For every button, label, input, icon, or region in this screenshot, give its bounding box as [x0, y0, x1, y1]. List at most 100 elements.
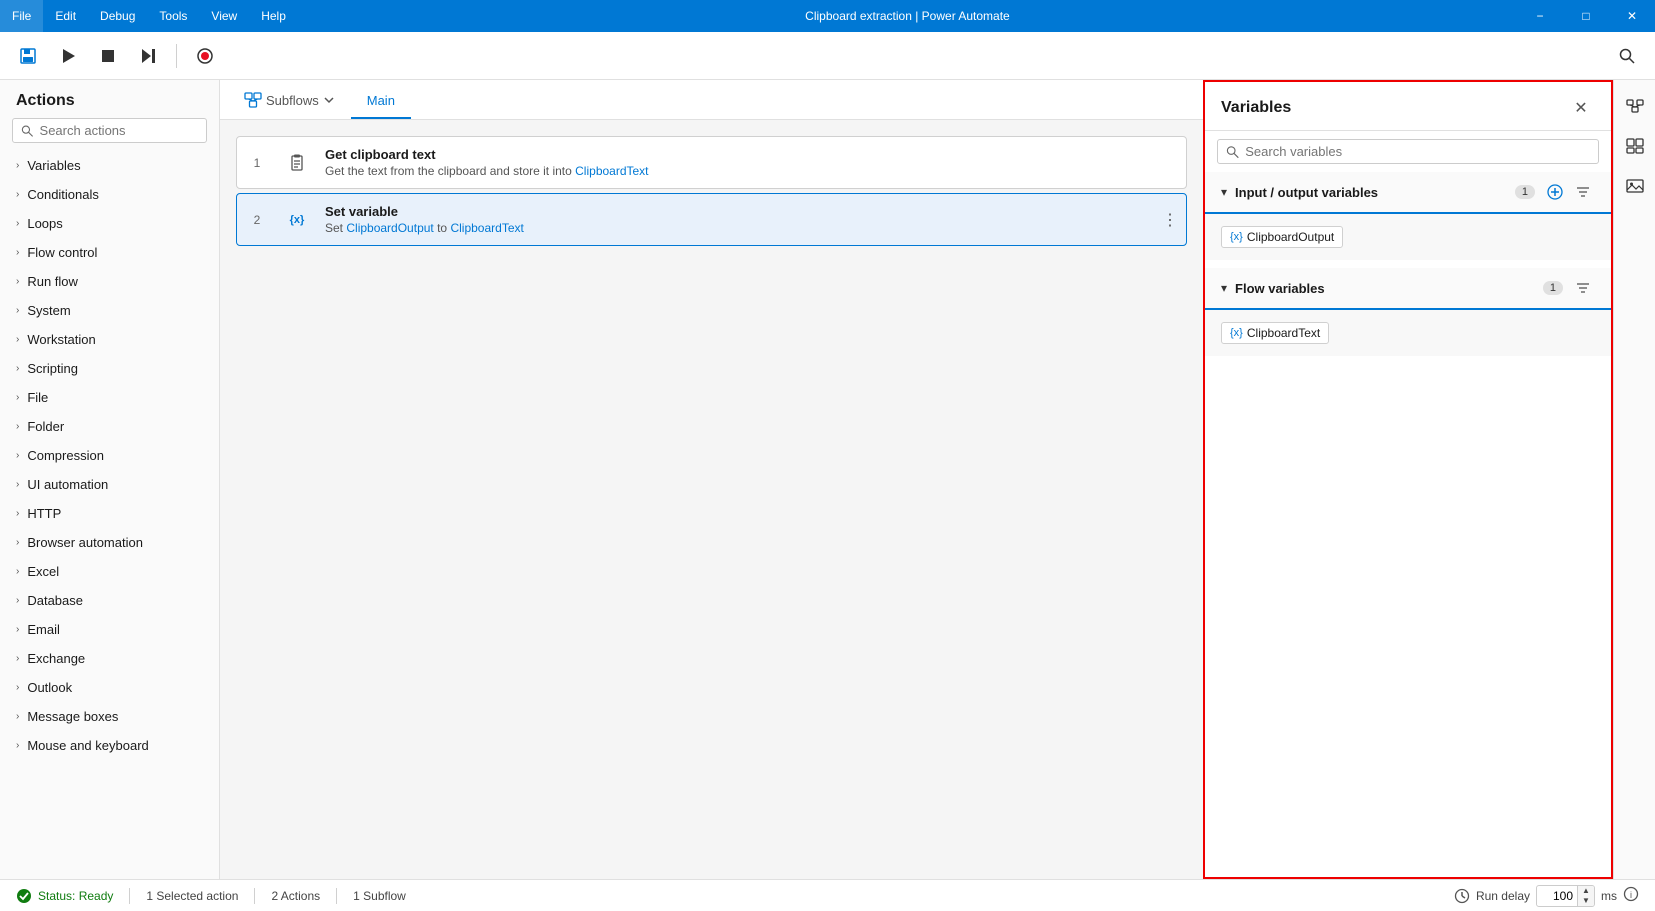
sidebar-item-exchange[interactable]: › Exchange [0, 644, 219, 673]
close-button[interactable]: ✕ [1609, 0, 1655, 32]
filter-variables-button[interactable] [1571, 180, 1595, 204]
sidebar-item-run-flow[interactable]: › Run flow [0, 267, 219, 296]
action-block-2[interactable]: 2 {x} Set variable Set ClipboardOutput t… [236, 193, 1187, 246]
chevron-right-icon: › [16, 276, 19, 287]
input-output-section-header[interactable]: ▾ Input / output variables 1 [1205, 172, 1611, 214]
sidebar-item-conditionals[interactable]: › Conditionals [0, 180, 219, 209]
menu-tools[interactable]: Tools [147, 0, 199, 32]
action-desc-2: Set ClipboardOutput to ClipboardText [325, 221, 1146, 235]
tab-main[interactable]: Main [351, 83, 411, 119]
action-content-2: Set variable Set ClipboardOutput to Clip… [317, 194, 1154, 245]
stop-button[interactable] [92, 40, 124, 72]
chevron-right-icon: › [16, 653, 19, 664]
sidebar-item-file[interactable]: › File [0, 383, 219, 412]
main-layout: Actions › Variables › Conditionals › Loo… [0, 80, 1655, 879]
sidebar-item-loops[interactable]: › Loops [0, 209, 219, 238]
image-icon[interactable] [1617, 168, 1653, 204]
save-button[interactable] [12, 40, 44, 72]
clipboard-output-var-link[interactable]: ClipboardOutput [346, 221, 433, 235]
sidebar-item-excel[interactable]: › Excel [0, 557, 219, 586]
sidebar-item-browser-automation[interactable]: › Browser automation [0, 528, 219, 557]
sidebar-item-scripting[interactable]: › Scripting [0, 354, 219, 383]
search-variables-input[interactable] [1245, 144, 1590, 159]
flow-section-title: Flow variables [1235, 281, 1543, 296]
actions-search-box[interactable] [12, 118, 207, 143]
sidebar-item-folder[interactable]: › Folder [0, 412, 219, 441]
variables-title: Variables [1221, 99, 1567, 117]
chevron-right-icon: › [16, 450, 19, 461]
run-delay-label: Run delay [1476, 889, 1530, 903]
menu-edit[interactable]: Edit [43, 0, 88, 32]
search-actions-input[interactable] [40, 123, 198, 138]
action-block-1[interactable]: 1 Get clipboard text Get the text from t… [236, 136, 1187, 189]
sidebar-item-mouse-keyboard[interactable]: › Mouse and keyboard [0, 731, 219, 760]
variables-close-button[interactable]: ✕ [1567, 94, 1595, 122]
actions-panel: Actions › Variables › Conditionals › Loo… [0, 80, 220, 879]
chevron-down-icon: ▾ [1221, 281, 1227, 295]
menu-debug[interactable]: Debug [88, 0, 147, 32]
chevron-right-icon: › [16, 160, 19, 171]
sidebar-item-variables[interactable]: › Variables [0, 151, 219, 180]
variables-header: Variables ✕ [1205, 82, 1611, 131]
chevron-right-icon: › [16, 595, 19, 606]
action-number: 1 [237, 137, 277, 188]
action-icon-variable: {x} [277, 194, 317, 245]
sidebar-item-http[interactable]: › HTTP [0, 499, 219, 528]
chevron-right-icon: › [16, 218, 19, 229]
menu-help[interactable]: Help [249, 0, 298, 32]
action-number-2: 2 [237, 194, 277, 245]
run-delay-info-icon[interactable]: i [1623, 886, 1639, 905]
chevron-down-icon: ▾ [1221, 185, 1227, 199]
step-button[interactable] [132, 40, 164, 72]
chevron-right-icon: › [16, 682, 19, 693]
right-icon-panel [1613, 80, 1655, 879]
clipboard-text-var-link[interactable]: ClipboardText [575, 164, 648, 178]
status-separator [129, 888, 130, 904]
status-separator-3 [336, 888, 337, 904]
run-delay-decrement[interactable]: ▼ [1578, 896, 1594, 906]
assets-icon[interactable] [1617, 128, 1653, 164]
sidebar-item-message-boxes[interactable]: › Message boxes [0, 702, 219, 731]
maximize-button[interactable]: □ [1563, 0, 1609, 32]
chevron-right-icon: › [16, 740, 19, 751]
sidebar-item-email[interactable]: › Email [0, 615, 219, 644]
clock-icon [1454, 888, 1470, 904]
variable-name: ClipboardOutput [1247, 230, 1334, 244]
tab-subflows[interactable]: Subflows [232, 83, 347, 119]
menu-file[interactable]: File [0, 0, 43, 32]
search-canvas-button[interactable] [1611, 40, 1643, 72]
run-button[interactable] [52, 40, 84, 72]
chevron-right-icon: › [16, 508, 19, 519]
sidebar-item-ui-automation[interactable]: › UI automation [0, 470, 219, 499]
action-context-menu-button[interactable]: ⋮ [1154, 194, 1186, 245]
filter-flow-variables-button[interactable] [1571, 276, 1595, 300]
sidebar-item-workstation[interactable]: › Workstation [0, 325, 219, 354]
chevron-right-icon: › [16, 305, 19, 316]
input-output-variables-list: {x} ClipboardOutput [1205, 214, 1611, 260]
flow-section-header[interactable]: ▾ Flow variables 1 [1205, 268, 1611, 310]
minimize-button[interactable]: − [1517, 0, 1563, 32]
variable-chip-clipboard-output[interactable]: {x} ClipboardOutput [1221, 226, 1343, 248]
sidebar-item-database[interactable]: › Database [0, 586, 219, 615]
status-text: Status: Ready [38, 889, 113, 903]
variables-search-box[interactable] [1217, 139, 1599, 164]
variables-toggle-icon[interactable] [1617, 88, 1653, 124]
add-variable-button[interactable] [1543, 180, 1567, 204]
sidebar-item-flow-control[interactable]: › Flow control [0, 238, 219, 267]
input-output-variables-section: ▾ Input / output variables 1 [1205, 172, 1611, 260]
clipboard-text-var-link-2[interactable]: ClipboardText [450, 221, 523, 235]
canvas-content: 1 Get clipboard text Get the text from t… [220, 120, 1203, 879]
sidebar-item-compression[interactable]: › Compression [0, 441, 219, 470]
total-actions-count: 2 Actions [271, 889, 320, 903]
record-button[interactable] [189, 40, 221, 72]
menu-view[interactable]: View [199, 0, 249, 32]
run-delay-increment[interactable]: ▲ [1578, 886, 1594, 896]
variable-icon: {x} [1230, 231, 1243, 243]
run-delay-value[interactable] [1537, 887, 1577, 905]
variable-chip-clipboard-text[interactable]: {x} ClipboardText [1221, 322, 1329, 344]
run-delay-spinners: ▲ ▼ [1577, 886, 1594, 906]
actions-title: Actions [0, 80, 219, 118]
sidebar-item-system[interactable]: › System [0, 296, 219, 325]
chevron-right-icon: › [16, 421, 19, 432]
sidebar-item-outlook[interactable]: › Outlook [0, 673, 219, 702]
